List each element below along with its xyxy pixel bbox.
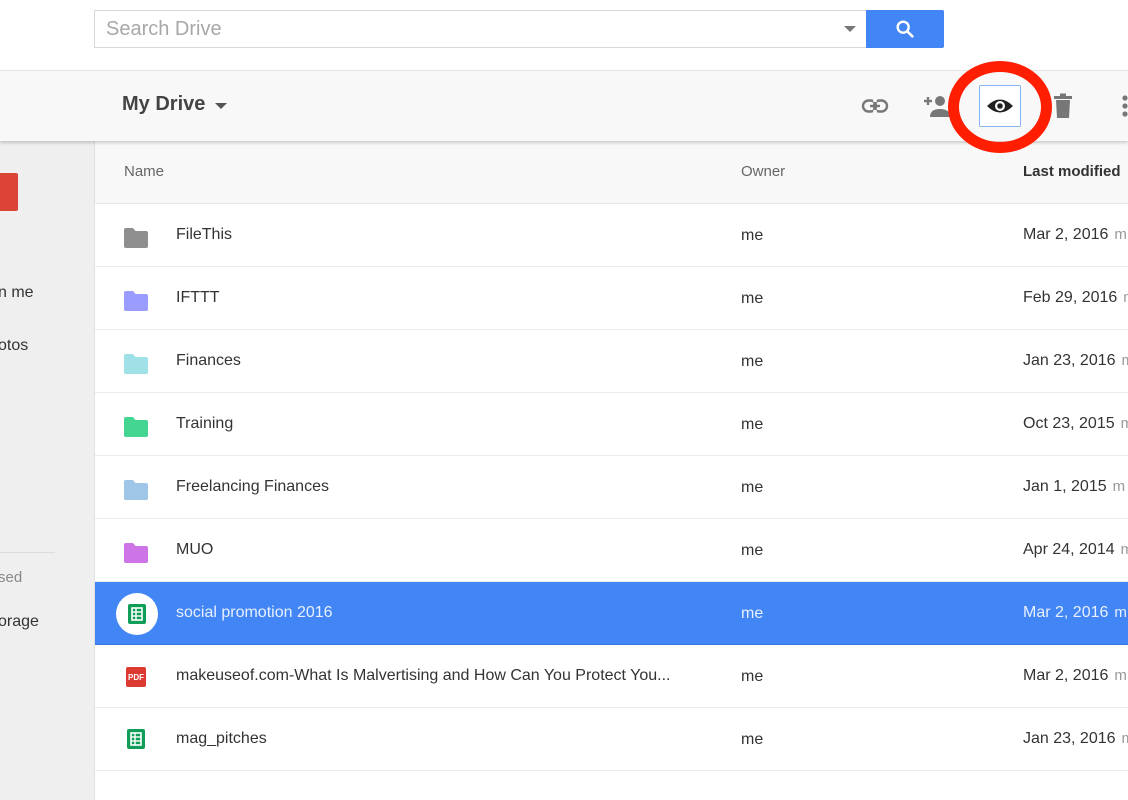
table-row[interactable]: Freelancing Finances me Jan 1, 2015 m xyxy=(95,456,1128,519)
folder-icon xyxy=(124,480,148,500)
my-drive-menu[interactable]: My Drive xyxy=(122,93,228,116)
sheets-icon xyxy=(128,604,146,624)
file-owner: me xyxy=(741,479,764,496)
modified-by: m xyxy=(1121,352,1128,369)
add-person-icon xyxy=(924,96,950,117)
sidebar-divider xyxy=(0,552,55,553)
table-row[interactable]: MUO me Apr 24, 2014 m xyxy=(95,519,1128,582)
modified-by: m xyxy=(1114,667,1127,684)
file-name: FileThis xyxy=(176,226,233,243)
folder-icon xyxy=(124,417,148,437)
file-name: MUO xyxy=(176,541,214,558)
modified-by: m xyxy=(1123,289,1128,306)
sidebar: n me otos sed orage xyxy=(0,141,95,800)
pdf-icon: PDF xyxy=(126,667,146,687)
file-last-modified: Jan 23, 2016 m xyxy=(1023,352,1128,370)
file-last-modified: Mar 2, 2016 m xyxy=(1023,667,1127,684)
file-name: social promotion 2016 xyxy=(176,604,333,621)
file-name: IFTTT xyxy=(176,289,220,306)
modified-by: m xyxy=(1112,478,1126,495)
storage-used-text: sed xyxy=(0,569,23,586)
file-name: mag_pitches xyxy=(176,730,267,747)
modified-by: m xyxy=(1114,604,1127,621)
trash-icon xyxy=(1054,93,1072,118)
file-last-modified: Oct 23, 2015 m xyxy=(1023,415,1128,433)
sidebar-item-google-photos[interactable]: otos xyxy=(0,337,28,355)
file-name: Freelancing Finances xyxy=(176,478,329,495)
file-list: Name Owner Last modified FileThis me Mar 2… xyxy=(95,141,1128,800)
file-type-icon xyxy=(127,729,145,754)
search-options-dropdown-icon[interactable] xyxy=(844,26,856,32)
table-row[interactable]: Training me Oct 23, 2015 m xyxy=(95,393,1128,456)
share-button[interactable] xyxy=(916,85,958,127)
preview-button[interactable] xyxy=(979,85,1021,127)
file-last-modified: Mar 2, 2016 m xyxy=(1023,226,1127,243)
file-owner: me xyxy=(741,416,764,433)
file-last-modified: Apr 24, 2014 m xyxy=(1023,541,1128,559)
modified-by: m xyxy=(1120,415,1128,432)
file-owner: me xyxy=(741,542,764,559)
folder-icon xyxy=(124,291,148,311)
column-header-name[interactable]: Name xyxy=(124,163,164,180)
table-row[interactable]: social promotion 2016 me Mar 2, 2016 m xyxy=(95,582,1128,645)
modified-by: m xyxy=(1121,730,1128,747)
table-row[interactable]: IFTTT me Feb 29, 2016m xyxy=(95,267,1128,330)
search-box xyxy=(94,10,866,48)
modified-by: m xyxy=(1120,541,1128,558)
new-button[interactable] xyxy=(0,173,18,211)
folder-icon xyxy=(124,354,148,374)
search-icon xyxy=(896,20,914,38)
file-owner: me xyxy=(741,353,764,370)
search-button[interactable] xyxy=(866,10,944,48)
file-name: makeuseof.com-What Is Malvertising and H… xyxy=(176,667,671,684)
remove-button[interactable] xyxy=(1042,85,1084,127)
upgrade-storage-link[interactable]: orage xyxy=(0,613,39,631)
file-owner: me xyxy=(741,227,764,244)
file-owner: me xyxy=(741,605,764,622)
file-name: Training xyxy=(176,415,234,432)
more-vert-icon xyxy=(1122,95,1128,117)
folder-icon xyxy=(124,543,148,563)
file-last-modified: Mar 2, 2016 m xyxy=(1023,604,1127,621)
more-actions-button[interactable] xyxy=(1104,85,1128,127)
file-name: Finances xyxy=(176,352,241,369)
file-owner: me xyxy=(741,668,764,685)
sidebar-item-shared-with-me[interactable]: n me xyxy=(0,284,34,302)
page-title: My Drive xyxy=(122,93,206,115)
column-header-owner[interactable]: Owner xyxy=(741,163,785,180)
table-row[interactable]: Finances me Jan 23, 2016 m xyxy=(95,330,1128,393)
file-owner: me xyxy=(741,731,764,748)
search-input[interactable] xyxy=(95,11,835,47)
file-last-modified: Feb 29, 2016m xyxy=(1023,289,1128,307)
get-link-button[interactable] xyxy=(854,85,896,127)
top-bar xyxy=(0,0,1128,70)
column-header-last-modified[interactable]: Last modified xyxy=(1023,163,1121,180)
eye-icon xyxy=(987,99,1013,113)
sheets-icon xyxy=(127,729,145,749)
table-row[interactable]: FileThis me Mar 2, 2016 m xyxy=(95,204,1128,267)
modified-by: m xyxy=(1114,226,1127,243)
folder-icon xyxy=(124,228,148,248)
file-last-modified: Jan 23, 2016 m xyxy=(1023,730,1128,748)
list-header: Name Owner Last modified xyxy=(95,141,1128,204)
caret-down-icon xyxy=(215,102,228,109)
selected-check-circle[interactable] xyxy=(116,593,158,635)
link-icon xyxy=(861,99,889,113)
file-last-modified: Jan 1, 2015 m xyxy=(1023,478,1126,495)
table-row[interactable]: mag_pitches me Jan 23, 2016 m xyxy=(95,708,1128,771)
toolbar: My Drive xyxy=(0,70,1128,141)
file-owner: me xyxy=(741,290,764,307)
table-row[interactable]: PDF makeuseof.com-What Is Malvertising an… xyxy=(95,645,1128,708)
